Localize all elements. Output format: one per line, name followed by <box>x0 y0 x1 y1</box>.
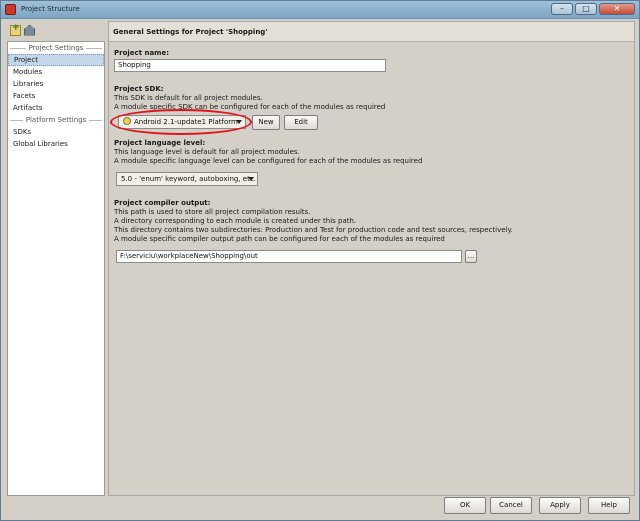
project-sdk-label: Project SDK: <box>114 85 164 93</box>
sdk-description-1: This SDK is default for all project modu… <box>114 94 263 102</box>
settings-nav: Project Settings Project Modules Librari… <box>7 41 105 496</box>
cancel-button[interactable]: Cancel <box>490 497 532 514</box>
window-title: Project Structure <box>21 5 80 13</box>
settings-content: Project name: Shopping Project SDK: This… <box>110 48 629 266</box>
compiler-description-3: This directory contains two subdirectori… <box>114 226 513 234</box>
compiler-output-path-input[interactable]: F:\serviciu\workplaceNew\Shopping\out <box>116 250 462 263</box>
dialog-footer: OK Cancel Apply Help <box>1 496 639 520</box>
apply-button[interactable]: Apply <box>539 497 581 514</box>
sidebar-toolbar <box>7 21 105 39</box>
panel-header: General Settings for Project 'Shopping' <box>109 22 634 42</box>
project-structure-window: Project Structure – □ ✕ Project Settings… <box>0 0 640 521</box>
language-description-2: A module specific language level can be … <box>114 157 423 165</box>
minimize-button[interactable]: – <box>551 3 573 15</box>
nav-group-project-settings: Project Settings <box>8 42 104 54</box>
left-panel: Project Settings Project Modules Librari… <box>7 21 105 496</box>
ok-button[interactable]: OK <box>444 497 486 514</box>
compiler-description-4: A module specific compiler output path c… <box>114 235 445 243</box>
edit-sdk-button[interactable]: Edit <box>284 115 318 130</box>
language-level-select[interactable]: 5.0 - 'enum' keyword, autoboxing, etc. <box>116 172 258 186</box>
browse-button[interactable]: ... <box>465 250 477 263</box>
new-sdk-button[interactable]: New <box>252 115 280 130</box>
add-icon[interactable] <box>10 23 21 36</box>
project-name-label: Project name: <box>114 49 170 57</box>
language-level-label: Project language level: <box>114 139 206 147</box>
sidebar-item-libraries[interactable]: Libraries <box>8 78 104 90</box>
title-bar[interactable]: Project Structure – □ ✕ <box>1 1 639 19</box>
app-icon <box>5 4 16 15</box>
sidebar-item-project[interactable]: Project <box>8 54 104 66</box>
window-controls: – □ ✕ <box>551 3 635 15</box>
nav-group-platform-settings: Platform Settings <box>8 114 104 126</box>
sidebar-item-modules[interactable]: Modules <box>8 66 104 78</box>
highlight-ellipse <box>110 109 252 135</box>
sidebar-item-facets[interactable]: Facets <box>8 90 104 102</box>
sidebar-item-artifacts[interactable]: Artifacts <box>8 102 104 114</box>
chevron-down-icon <box>248 177 254 181</box>
settings-panel: General Settings for Project 'Shopping' … <box>108 21 635 496</box>
close-button[interactable]: ✕ <box>599 3 635 15</box>
project-name-input[interactable]: Shopping <box>114 59 386 72</box>
maximize-button[interactable]: □ <box>575 3 597 15</box>
help-button[interactable]: Help <box>588 497 630 514</box>
language-description-1: This language level is default for all p… <box>114 148 300 156</box>
home-icon[interactable] <box>24 24 35 36</box>
compiler-description-2: A directory corresponding to each module… <box>114 217 357 225</box>
language-level-value: 5.0 - 'enum' keyword, autoboxing, etc. <box>121 175 256 183</box>
compiler-output-label: Project compiler output: <box>114 199 211 207</box>
compiler-description-1: This path is used to store all project c… <box>114 208 311 216</box>
sidebar-item-sdks[interactable]: SDKs <box>8 126 104 138</box>
sidebar-item-global-libraries[interactable]: Global Libraries <box>8 138 104 150</box>
